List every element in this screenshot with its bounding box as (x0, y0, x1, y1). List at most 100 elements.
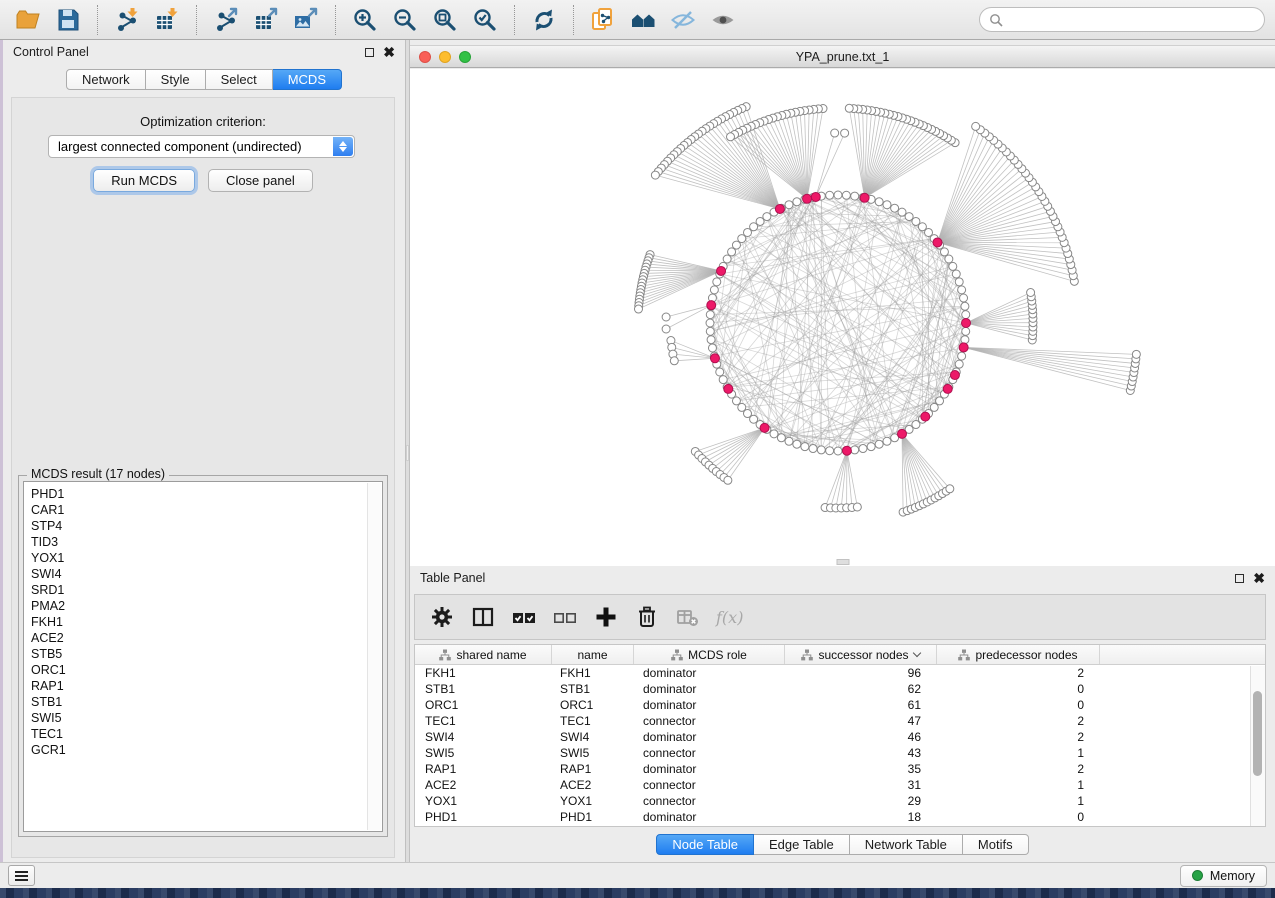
table-cell[interactable]: 96 (785, 665, 937, 681)
graph-hub-node[interactable] (950, 371, 959, 380)
graph-edge[interactable] (816, 133, 845, 197)
graph-node[interactable] (670, 357, 678, 365)
float-panel-icon[interactable] (365, 48, 374, 57)
table-cell[interactable]: 47 (785, 713, 937, 729)
open-session-icon[interactable] (10, 3, 46, 37)
graph-edge[interactable] (727, 259, 944, 394)
graph-edge[interactable] (666, 305, 711, 329)
table-cell[interactable]: dominator (634, 809, 785, 825)
graph-node[interactable] (785, 437, 793, 445)
list-item[interactable]: RAP1 (31, 678, 382, 694)
graph-hub-node[interactable] (717, 266, 726, 275)
import-table-icon[interactable] (149, 3, 185, 37)
table-cell[interactable]: connector (634, 713, 785, 729)
table-row[interactable]: SWI5SWI5connector431 (415, 745, 1265, 761)
zoom-selected-icon[interactable] (467, 3, 503, 37)
network-graph[interactable] (410, 69, 1275, 566)
list-item[interactable]: SWI5 (31, 710, 382, 726)
table-scrollbar[interactable] (1250, 666, 1265, 826)
table-cell[interactable]: ORC1 (552, 697, 634, 713)
table-cell[interactable]: 18 (785, 809, 937, 825)
table-row[interactable]: ORC1ORC1dominator610 (415, 697, 1265, 713)
list-item[interactable]: ORC1 (31, 662, 382, 678)
select-all-icon[interactable] (511, 604, 537, 630)
mcds-result-list[interactable]: PHD1CAR1STP4TID3YOX1SWI4SRD1PMA2FKH1ACE2… (23, 481, 383, 832)
deselect-all-icon[interactable] (552, 604, 578, 630)
tab-motifs[interactable]: Motifs (963, 834, 1029, 855)
list-item[interactable]: SWI4 (31, 566, 382, 582)
graph-node[interactable] (728, 248, 736, 256)
graph-hub-node[interactable] (959, 343, 968, 352)
table-cell[interactable]: 43 (785, 745, 937, 761)
list-item[interactable]: STB1 (31, 694, 382, 710)
graph-node[interactable] (651, 171, 659, 179)
list-item[interactable]: PMA2 (31, 598, 382, 614)
close-table-panel-icon[interactable]: ✖ (1253, 573, 1265, 583)
list-item[interactable]: CAR1 (31, 502, 382, 518)
graph-node[interactable] (936, 397, 944, 405)
graph-node[interactable] (662, 313, 670, 321)
table-cell[interactable]: RAP1 (415, 761, 552, 777)
graph-node[interactable] (962, 311, 970, 319)
menu-list-icon[interactable] (8, 865, 35, 886)
table-cell[interactable]: 0 (937, 681, 1100, 697)
graph-edge[interactable] (966, 323, 1033, 331)
graph-hub-node[interactable] (775, 204, 784, 213)
graph-node[interactable] (952, 270, 960, 278)
table-cell[interactable]: 2 (937, 713, 1100, 729)
graph-node[interactable] (960, 294, 968, 302)
graph-edge[interactable] (674, 358, 715, 361)
graph-node[interactable] (723, 255, 731, 263)
table-cell[interactable]: RAP1 (552, 761, 634, 777)
graph-edge[interactable] (789, 197, 863, 441)
list-item[interactable]: TEC1 (31, 726, 382, 742)
add-column-icon[interactable] (593, 604, 619, 630)
table-cell[interactable]: 29 (785, 793, 937, 809)
graph-node[interactable] (912, 217, 920, 225)
graph-edge[interactable] (964, 347, 1133, 377)
table-cell[interactable]: dominator (634, 665, 785, 681)
table-cell[interactable]: connector (634, 793, 785, 809)
graph-hub-node[interactable] (898, 429, 907, 438)
graph-node[interactable] (719, 376, 727, 384)
graph-edge[interactable] (847, 451, 857, 507)
graph-node[interactable] (905, 213, 913, 221)
graph-edge[interactable] (709, 428, 765, 465)
graph-hub-node[interactable] (710, 354, 719, 363)
graph-node[interactable] (841, 129, 849, 137)
table-cell[interactable]: 2 (937, 665, 1100, 681)
maximize-window-icon[interactable] (459, 51, 471, 63)
list-item[interactable]: STP4 (31, 518, 382, 534)
graph-edge[interactable] (937, 242, 1069, 259)
graph-node[interactable] (662, 325, 670, 333)
tab-mcds[interactable]: MCDS (273, 69, 342, 90)
graph-node[interactable] (716, 368, 724, 376)
table-cell[interactable]: 0 (937, 697, 1100, 713)
graph-edge[interactable] (714, 290, 944, 394)
search-field[interactable] (979, 7, 1265, 32)
table-cell[interactable]: PHD1 (552, 809, 634, 825)
graph-node[interactable] (706, 319, 714, 327)
table-cell[interactable]: dominator (634, 729, 785, 745)
table-row[interactable]: PHD1PHD1dominator180 (415, 809, 1265, 825)
table-cell[interactable]: YOX1 (415, 793, 552, 809)
graph-node[interactable] (834, 191, 842, 199)
table-row[interactable]: STB1STB1dominator620 (415, 681, 1265, 697)
graph-hub-node[interactable] (811, 192, 820, 201)
graph-edge[interactable] (816, 133, 835, 197)
export-network-icon[interactable] (208, 3, 244, 37)
graph-hub-node[interactable] (707, 301, 716, 310)
tab-style[interactable]: Style (146, 69, 206, 90)
split-column-icon[interactable] (470, 604, 496, 630)
table-cell[interactable]: connector (634, 745, 785, 761)
graph-hub-node[interactable] (921, 412, 930, 421)
zoom-out-icon[interactable] (387, 3, 423, 37)
graph-node[interactable] (826, 447, 834, 455)
zoom-fit-icon[interactable] (427, 3, 463, 37)
graph-edge[interactable] (702, 428, 765, 459)
graph-node[interactable] (763, 213, 771, 221)
table-cell[interactable]: STB1 (415, 681, 552, 697)
column-header-successor-nodes[interactable]: successor nodes (785, 645, 937, 664)
graph-edge[interactable] (836, 451, 847, 508)
graph-node[interactable] (706, 311, 714, 319)
